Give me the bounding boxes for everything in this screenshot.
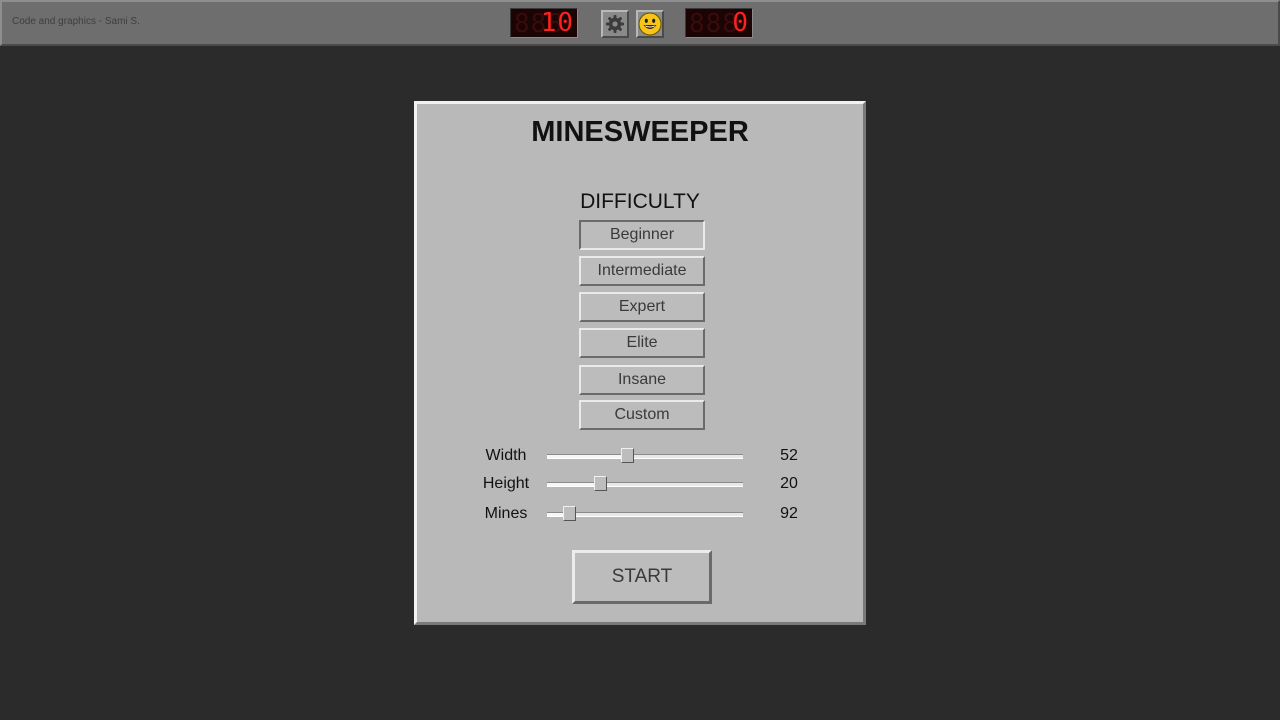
difficulty-elite-button[interactable]: Elite	[579, 328, 705, 358]
mines-slider-row: Mines 92	[417, 502, 863, 526]
height-slider-fill	[547, 483, 600, 486]
height-slider-row: Height 20	[417, 472, 863, 496]
height-value: 20	[780, 475, 798, 492]
start-button[interactable]: START	[572, 550, 712, 604]
mines-label: Mines	[484, 505, 528, 522]
credits-text: Code and graphics - Sami S.	[12, 16, 140, 27]
new-game-face-button[interactable]	[636, 10, 664, 38]
timer-counter: 888 0	[685, 8, 753, 38]
game-title: MINESWEEPER	[531, 116, 749, 148]
height-label: Height	[482, 475, 530, 492]
width-slider-thumb[interactable]	[621, 448, 635, 463]
mine-counter-value: 10	[540, 8, 574, 38]
difficulty-heading: DIFFICULTY	[580, 190, 700, 213]
mine-counter: 888 10	[510, 8, 578, 38]
difficulty-beginner-button[interactable]: Beginner	[579, 220, 705, 250]
menu-panel: MINESWEEPER DIFFICULTY Beginner Intermed…	[414, 101, 866, 625]
width-label: Width	[485, 447, 527, 464]
width-slider-track[interactable]	[547, 448, 743, 463]
mines-slider-thumb[interactable]	[562, 506, 576, 521]
height-slider-thumb[interactable]	[593, 476, 607, 491]
width-slider-fill	[547, 455, 628, 458]
top-bar: Code and graphics - Sami S. 888 10 888 0	[0, 0, 1280, 46]
difficulty-expert-button[interactable]: Expert	[579, 292, 705, 322]
timer-value: 0	[732, 8, 749, 38]
difficulty-custom-button[interactable]: Custom	[579, 400, 705, 430]
mines-value: 92	[780, 505, 798, 522]
mines-slider-track[interactable]	[547, 506, 743, 521]
difficulty-intermediate-button[interactable]: Intermediate	[579, 256, 705, 286]
gear-icon	[606, 15, 624, 33]
width-value: 52	[780, 447, 798, 464]
settings-button[interactable]	[601, 10, 629, 38]
smiley-face-icon	[638, 12, 662, 36]
difficulty-insane-button[interactable]: Insane	[579, 365, 705, 395]
height-slider-track[interactable]	[547, 476, 743, 491]
width-slider-row: Width 52	[417, 444, 863, 468]
